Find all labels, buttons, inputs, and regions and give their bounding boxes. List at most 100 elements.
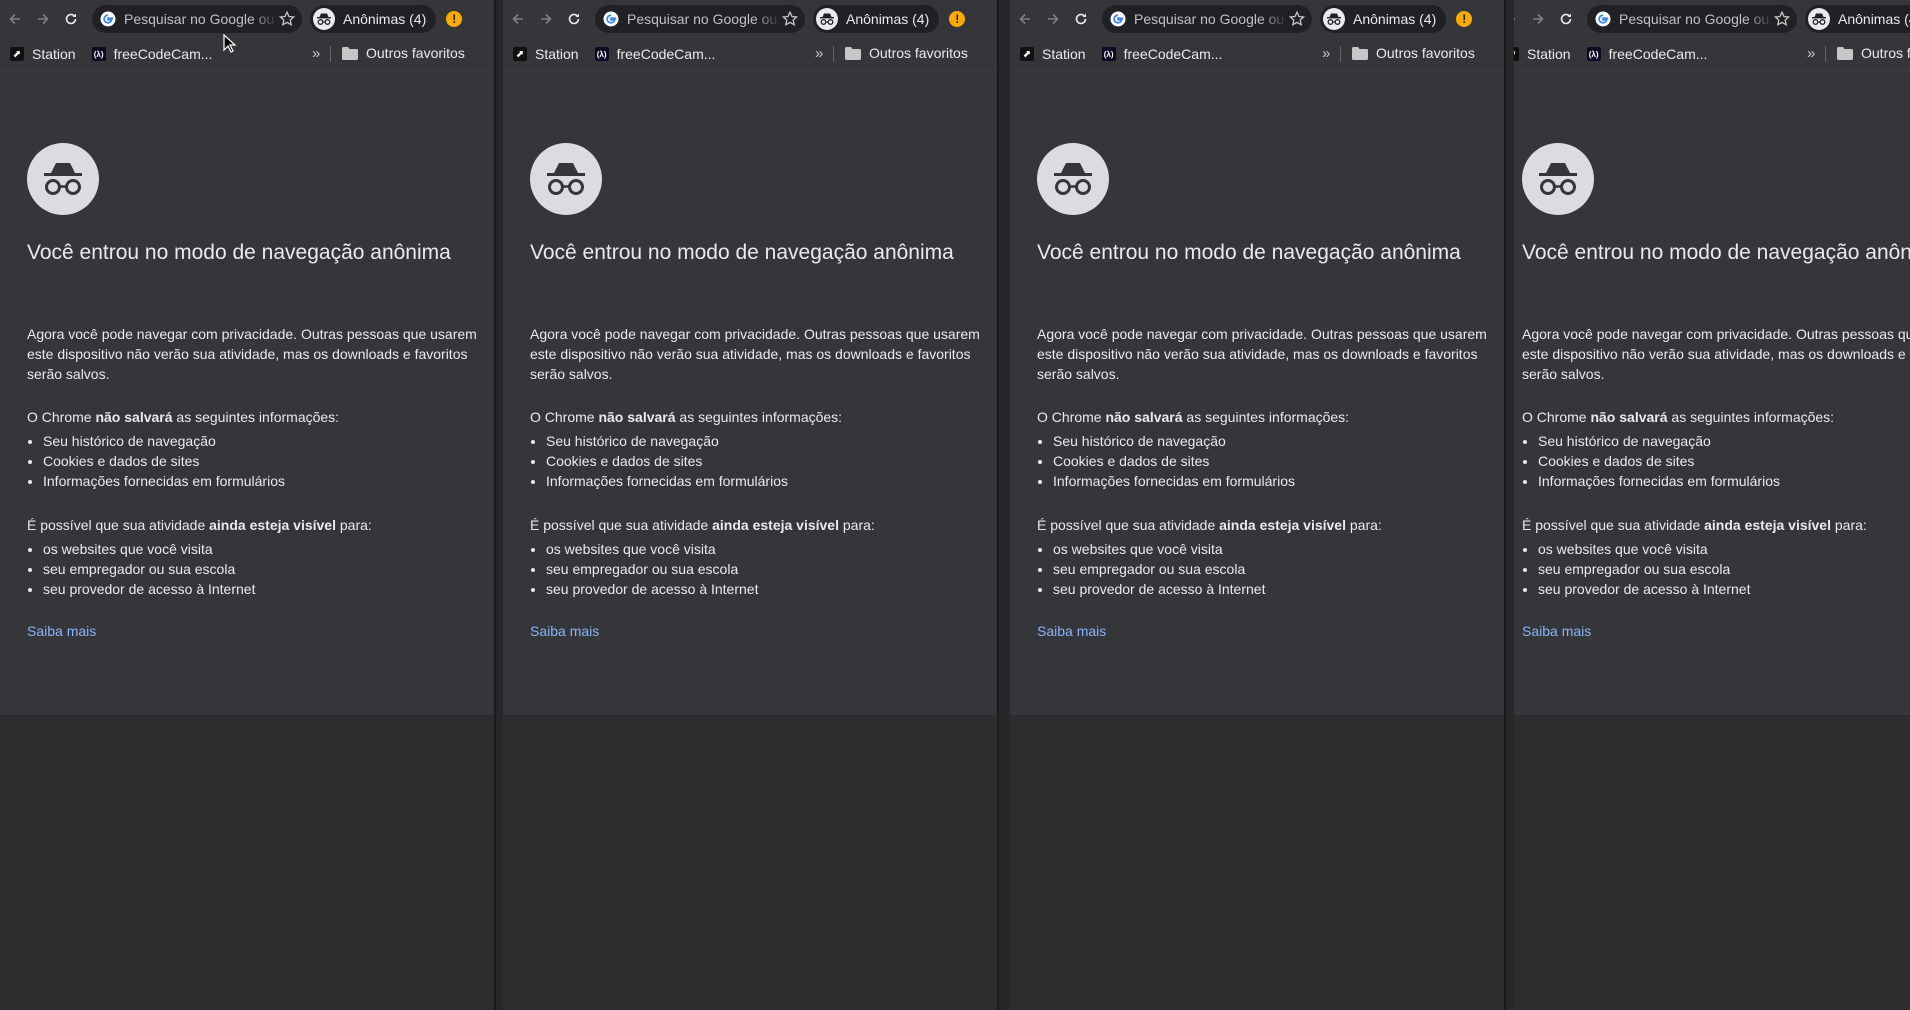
page-background (1514, 715, 1910, 1010)
incognito-icon (816, 8, 838, 30)
list-item: seu empregador ou sua escola (43, 559, 255, 579)
incognito-logo-icon (1522, 143, 1594, 215)
station-icon: ⬈ (513, 47, 527, 61)
address-bar[interactable]: Pesquisar no Google ou digitar URL (595, 5, 805, 33)
more-bookmarks-chevron-icon[interactable]: » (1807, 45, 1815, 62)
list-item: seu empregador ou sua escola (546, 559, 758, 579)
reload-icon (1560, 13, 1572, 25)
still-visible-title: É possível que sua atividade ainda estej… (1037, 517, 1382, 533)
list-item: Informações fornecidas em formulários (546, 471, 788, 491)
still-visible-list: os websites que você visita seu empregad… (27, 539, 255, 599)
bookmark-freecodecamp[interactable]: (λ) freeCodeCam... (1101, 46, 1222, 62)
folder-icon (845, 46, 861, 60)
bookmarks-divider (1825, 46, 1826, 62)
list-item: Informações fornecidas em formulários (43, 471, 285, 491)
bookmark-label: Station (1527, 46, 1571, 62)
profile-label: Anônimas (4) (343, 11, 427, 27)
bookmarks-divider (833, 46, 834, 62)
back-arrow-icon (512, 13, 523, 25)
bookmark-star-icon[interactable] (781, 10, 799, 28)
bookmarks-bar: ⬈ Station (λ) freeCodeCam... » Outros fa… (0, 38, 494, 71)
learn-more-link[interactable]: Saiba mais (1037, 623, 1106, 639)
intro-text: Agora você pode navegar com privacidade.… (1037, 326, 1487, 382)
mouse-cursor-icon (223, 34, 237, 53)
profile-label: Anônimas (4) (1353, 11, 1437, 27)
list-item: os websites que você visita (1538, 539, 1750, 559)
freecodecamp-icon: (λ) (1586, 47, 1601, 61)
bookmarks-bar: ⬈ Station (λ) freeCodeCam... » Outros fa… (1514, 38, 1910, 71)
bookmark-star-icon[interactable] (1773, 10, 1791, 28)
learn-more-link[interactable]: Saiba mais (1522, 623, 1591, 639)
update-alert-icon[interactable]: ! (949, 11, 966, 27)
intro-text: Agora você pode navegar com privacidade.… (530, 326, 980, 382)
page-heading: Você entrou no modo de navegação anônima (530, 241, 954, 264)
address-bar[interactable]: Pesquisar no Google ou digitar URL (92, 5, 302, 33)
forward-button[interactable] (1525, 6, 1551, 32)
bookmarks-bar: ⬈ Station (λ) freeCodeCam... » Outros fa… (503, 38, 997, 71)
forward-button[interactable] (1040, 6, 1066, 32)
list-item: Seu histórico de navegação (1053, 431, 1295, 451)
reload-button[interactable] (1553, 6, 1579, 32)
list-item: os websites que você visita (546, 539, 758, 559)
bookmark-freecodecamp[interactable]: (λ) freeCodeCam... (594, 46, 716, 62)
other-bookmarks-folder[interactable]: Outros favoritos (1837, 45, 1910, 61)
other-bookmarks-folder[interactable]: Outros favoritos (1352, 45, 1475, 61)
incognito-icon (1808, 8, 1830, 30)
incognito-profile-button[interactable]: Anônimas (4) (1320, 5, 1447, 33)
back-button[interactable] (1012, 6, 1038, 32)
bookmark-station[interactable]: ⬈ Station (513, 46, 579, 62)
more-bookmarks-chevron-icon[interactable]: » (1322, 45, 1330, 62)
incognito-profile-button[interactable]: Anônimas (4) (813, 5, 940, 33)
update-alert-icon[interactable]: ! (446, 11, 463, 27)
not-saved-title: O Chrome não salvará as seguintes inform… (1522, 409, 1835, 425)
not-saved-list: Seu histórico de navegação Cookies e dad… (1522, 431, 1780, 491)
reload-button[interactable] (561, 6, 587, 32)
other-bookmarks-folder[interactable]: Outros favoritos (845, 45, 968, 61)
still-visible-list: os websites que você visita seu empregad… (1037, 539, 1265, 599)
bookmark-station[interactable]: ⬈ Station (1020, 46, 1086, 62)
incognito-ntp: Você entrou no modo de navegação anônima… (1010, 71, 1504, 715)
update-alert-icon[interactable]: ! (1456, 11, 1473, 27)
forward-button[interactable] (533, 6, 559, 32)
other-bookmarks-folder[interactable]: Outros favoritos (342, 45, 465, 61)
forward-arrow-icon (1533, 13, 1544, 25)
reload-button[interactable] (1068, 6, 1094, 32)
bookmark-station[interactable]: ⬈ Station (1514, 46, 1571, 62)
bookmark-star-icon[interactable] (278, 10, 296, 28)
folder-icon (1837, 46, 1853, 60)
page-heading: Você entrou no modo de navegação anônima (1037, 241, 1461, 264)
bookmark-freecodecamp[interactable]: (λ) freeCodeCam... (91, 46, 212, 62)
back-button[interactable] (1514, 6, 1523, 32)
page-background (0, 715, 494, 1010)
address-bar[interactable]: Pesquisar no Google ou digitar URL (1102, 5, 1312, 33)
incognito-logo-icon (530, 143, 602, 215)
list-item: Informações fornecidas em formulários (1538, 471, 1780, 491)
list-item: seu provedor de acesso à Internet (43, 579, 255, 599)
incognito-profile-button[interactable]: Anônimas (4) (310, 5, 437, 33)
bookmark-label: freeCodeCam... (1608, 46, 1708, 62)
more-bookmarks-chevron-icon[interactable]: » (815, 45, 823, 62)
reload-button[interactable] (58, 6, 84, 32)
back-button[interactable] (2, 6, 28, 32)
back-button[interactable] (505, 6, 531, 32)
bookmark-freecodecamp[interactable]: (λ) freeCodeCam... (1586, 46, 1708, 62)
bookmark-label: freeCodeCam... (616, 46, 716, 62)
bookmark-station[interactable]: ⬈ Station (10, 46, 76, 62)
browser-window-4: Pesquisar no Google ou digitar URL Anôni… (1514, 0, 1910, 1010)
bookmark-star-icon[interactable] (1288, 10, 1306, 28)
bookmarks-divider (1340, 46, 1341, 62)
forward-button[interactable] (30, 6, 56, 32)
list-item: Cookies e dados de sites (43, 451, 285, 471)
list-item: Seu histórico de navegação (1538, 431, 1780, 451)
folder-label: Outros favoritos (366, 45, 465, 61)
list-item: seu provedor de acesso à Internet (1538, 579, 1750, 599)
learn-more-link[interactable]: Saiba mais (530, 623, 599, 639)
forward-arrow-icon (1048, 13, 1059, 25)
more-bookmarks-chevron-icon[interactable]: » (312, 45, 320, 62)
incognito-profile-button[interactable]: Anônimas (4) (1805, 5, 1910, 33)
page-heading: Você entrou no modo de navegação anônima (1522, 241, 1910, 264)
address-bar[interactable]: Pesquisar no Google ou digitar URL (1587, 5, 1797, 33)
browser-window-1: Pesquisar no Google ou digitar URL Anôni… (0, 0, 496, 1010)
reload-icon (65, 13, 77, 25)
learn-more-link[interactable]: Saiba mais (27, 623, 96, 639)
